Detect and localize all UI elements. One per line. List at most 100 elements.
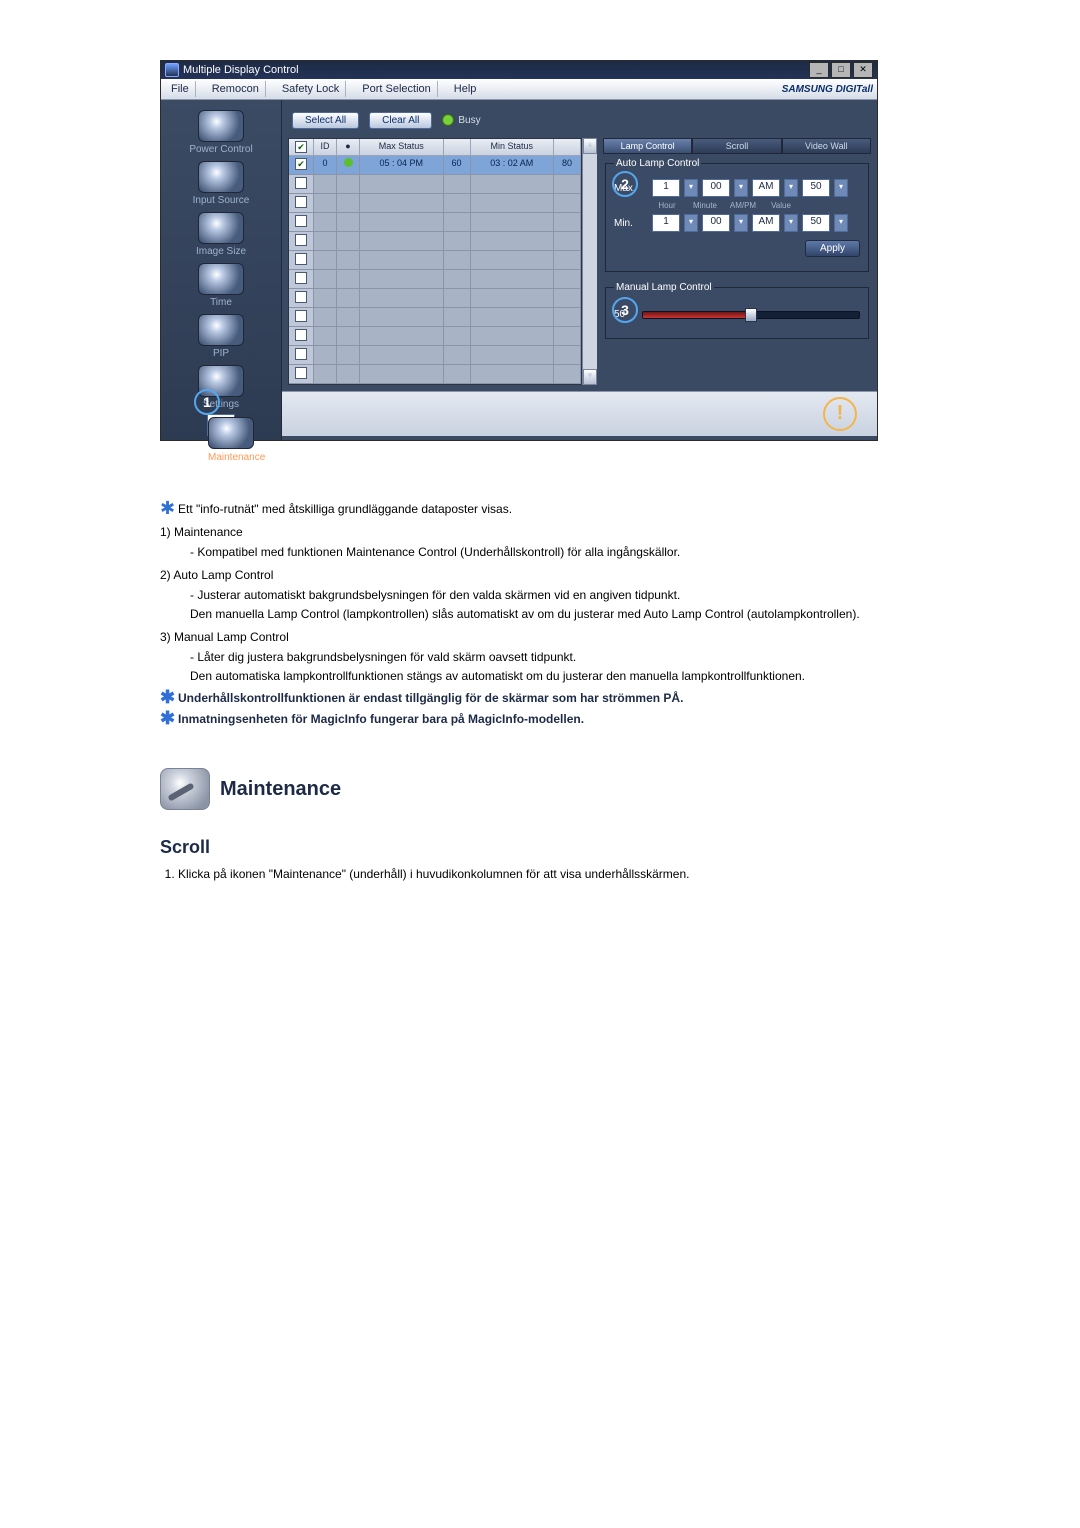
grid-row-empty [289,213,581,232]
row-checkbox-icon[interactable] [295,272,307,284]
image-size-icon [198,212,244,244]
row-checkbox-icon[interactable] [295,158,307,170]
row-checkbox-icon[interactable] [295,234,307,246]
min-value-select[interactable]: 50 [802,214,830,232]
sublabel-hour: Hour [652,201,682,210]
scroll-down-button[interactable]: ▼ [583,369,597,385]
slider-thumb-icon[interactable] [745,308,757,322]
grid-header-check[interactable] [289,139,314,156]
grid-scrollbar[interactable]: ▲ ▼ [582,138,597,385]
tab-video-wall[interactable]: Video Wall [782,138,871,154]
right-panel: Lamp Control Scroll Video Wall Auto Lamp… [603,138,871,385]
select-all-button[interactable]: Select All [292,112,359,129]
row-checkbox-icon[interactable] [295,177,307,189]
callout-2-badge: 2 [612,171,638,197]
description-section: ✱ Ett "info-rutnät" med åtskilliga grund… [160,501,920,884]
power-icon [198,110,244,142]
grid-row-empty [289,289,581,308]
menu-help[interactable]: Help [448,81,483,97]
grid-row-0[interactable]: 0 05 : 04 PM 60 03 : 02 AM 80 [289,156,581,175]
auto-lamp-max-row: Max. 1▾ 00▾ AM▾ 50▾ [614,179,860,197]
busy-dot-icon [442,114,454,126]
dropdown-icon[interactable]: ▾ [734,179,748,197]
brand-label: SAMSUNG DIGITall [782,84,873,95]
min-minute-select[interactable]: 00 [702,214,730,232]
dropdown-icon[interactable]: ▾ [684,214,698,232]
tab-scroll[interactable]: Scroll [692,138,781,154]
star-icon: ✱ [160,501,175,515]
tab-lamp-control[interactable]: Lamp Control [603,138,692,154]
item-num: 3) [160,630,171,644]
sidebar-item-settings[interactable]: Settings [171,363,271,412]
item-title: Auto Lamp Control [173,568,273,582]
slider-fill [643,312,751,318]
dropdown-icon[interactable]: ▾ [834,214,848,232]
panel-tabs: Lamp Control Scroll Video Wall [603,138,871,154]
display-grid: ID ● Max Status Min Status 0 05 : 04 PM [288,138,582,385]
sidebar-item-input-source[interactable]: Input Source [171,159,271,208]
max-value-select[interactable]: 50 [802,179,830,197]
row-checkbox-icon[interactable] [295,196,307,208]
maintenance-icon [208,417,254,449]
auto-lamp-min-row: Min. 1▾ 00▾ AM▾ 50▾ [614,214,860,232]
row-checkbox-icon[interactable] [295,367,307,379]
callout-1-badge: 1 [194,389,220,415]
grid-row-empty [289,308,581,327]
checkbox-all-icon[interactable] [295,141,307,153]
dropdown-icon[interactable]: ▾ [684,179,698,197]
row-checkbox-icon[interactable] [295,348,307,360]
close-button[interactable]: ✕ [853,62,873,78]
clear-all-button[interactable]: Clear All [369,112,432,129]
desc-item-2: 2) Auto Lamp Control [160,567,920,584]
row-checkbox-icon[interactable] [295,253,307,265]
row-checkbox-icon[interactable] [295,215,307,227]
grid-row-empty [289,270,581,289]
busy-label: Busy [458,115,480,126]
dropdown-icon[interactable]: ▾ [784,179,798,197]
dropdown-icon[interactable]: ▾ [734,214,748,232]
grid-row-empty [289,175,581,194]
cell-v60: 60 [444,156,471,175]
toolbar: Select All Clear All Busy [282,100,877,134]
manual-lamp-slider[interactable] [642,311,860,319]
item-num: 1) [160,525,171,539]
sidebar-item-pip[interactable]: PIP [171,312,271,361]
menu-safety-lock[interactable]: Safety Lock [276,81,346,97]
status-dot-icon [344,158,353,167]
desc-item-3: 3) Manual Lamp Control [160,629,920,646]
dropdown-icon[interactable]: ▾ [834,179,848,197]
grid-header: ID ● Max Status Min Status [289,139,581,156]
dropdown-icon[interactable]: ▾ [784,214,798,232]
sidebar-item-image-size[interactable]: Image Size [171,210,271,259]
note-1: ✱ Underhållskontrollfunktionen är endast… [160,690,920,707]
max-ampm-select[interactable]: AM [752,179,780,197]
min-ampm-select[interactable]: AM [752,214,780,232]
sidebar-item-label: Maintenance [208,452,265,463]
row-checkbox-icon[interactable] [295,329,307,341]
sidebar-item-maintenance[interactable]: 1 Maintenance [207,414,235,436]
item-line: - Kompatibel med funktionen Maintenance … [190,544,920,561]
min-label: Min. [614,218,648,229]
input-source-icon [198,161,244,193]
apply-button[interactable]: Apply [805,240,860,257]
row-checkbox-icon[interactable] [295,310,307,322]
grid-header-min: Min Status [471,139,555,156]
menu-remocon[interactable]: Remocon [206,81,266,97]
warning-icon: ! [823,397,857,431]
sidebar-item-power-control[interactable]: Power Control [171,108,271,157]
grid-header-60 [444,139,471,156]
manual-lamp-legend: Manual Lamp Control [614,282,714,293]
scroll-up-button[interactable]: ▲ [583,138,597,154]
sidebar-item-time[interactable]: Time [171,261,271,310]
menu-file[interactable]: File [165,81,196,97]
grid-row-empty [289,251,581,270]
min-hour-select[interactable]: 1 [652,214,680,232]
row-checkbox-icon[interactable] [295,291,307,303]
max-hour-select[interactable]: 1 [652,179,680,197]
max-minute-select[interactable]: 00 [702,179,730,197]
intro-text: Ett "info-rutnät" med åtskilliga grundlä… [178,502,512,516]
maximize-button[interactable]: □ [831,62,851,78]
menu-port-selection[interactable]: Port Selection [356,81,437,97]
minimize-button[interactable]: _ [809,62,829,78]
busy-indicator: Busy [442,114,480,126]
